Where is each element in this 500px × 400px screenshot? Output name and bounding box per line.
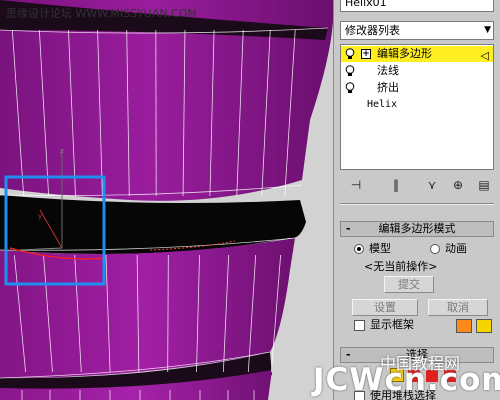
lightbulb-icon[interactable] bbox=[345, 48, 355, 60]
remove-modifier-icon[interactable]: ⊕ bbox=[450, 176, 466, 194]
modifier-list-label: 修改器列表 bbox=[345, 24, 400, 37]
stack-item-normal[interactable]: 法线 bbox=[341, 63, 493, 79]
pin-stack-icon[interactable]: ⊣ bbox=[348, 176, 364, 194]
rollout-title: 编辑多边形模式 bbox=[378, 222, 456, 235]
mesh-render: z y bbox=[0, 0, 333, 400]
cancel-button[interactable]: 取消 bbox=[428, 299, 488, 316]
axis-label-z: z bbox=[60, 147, 64, 155]
watermark-top-left: 思缘设计论坛 WWW.MISSYUAN.COM bbox=[6, 7, 197, 20]
modifier-stack[interactable]: + 编辑多边形 ◁ 法线 挤出 Helix bbox=[340, 44, 494, 170]
rollout-edit-poly-mode[interactable]: - 编辑多边形模式 bbox=[340, 221, 494, 237]
stack-item-edit-poly[interactable]: + 编辑多边形 ◁ bbox=[341, 46, 493, 62]
stack-item-extrude[interactable]: 挤出 bbox=[341, 80, 493, 96]
cage-color-swatch-2[interactable] bbox=[476, 319, 492, 333]
axis-label-y: y bbox=[38, 212, 42, 220]
lightbulb-icon[interactable] bbox=[345, 65, 355, 77]
configure-sets-icon[interactable]: ▤ bbox=[476, 176, 492, 194]
radio-model-label: 模型 bbox=[369, 242, 391, 255]
show-cage-checkbox[interactable] bbox=[354, 320, 365, 331]
lightbulb-icon[interactable] bbox=[345, 82, 355, 94]
make-unique-icon[interactable]: ⋎ bbox=[424, 176, 440, 194]
stack-item-helix[interactable]: Helix bbox=[341, 97, 493, 113]
modifier-list-dropdown[interactable]: 修改器列表 ▼ bbox=[340, 21, 494, 40]
current-operation-label: <无当前操作> bbox=[364, 260, 438, 273]
settings-button[interactable]: 设置 bbox=[352, 299, 418, 316]
app-root: z y 思缘设计论坛 WWW.MISSYUAN.COM Helix01 修改器列… bbox=[0, 0, 500, 400]
divider bbox=[340, 203, 494, 205]
radio-model[interactable] bbox=[354, 244, 364, 254]
pin-arrow-icon: ◁ bbox=[480, 49, 489, 62]
object-name-field[interactable]: Helix01 bbox=[340, 0, 494, 12]
commit-button[interactable]: 提交 bbox=[384, 276, 434, 293]
radio-animate-label: 动画 bbox=[445, 242, 467, 255]
stack-item-label: 编辑多边形 bbox=[377, 47, 432, 60]
command-panel: Helix01 修改器列表 ▼ + 编辑多边形 ◁ 法线 挤出 Helix ⊣ … bbox=[333, 0, 500, 400]
chevron-down-icon: ▼ bbox=[484, 25, 491, 35]
stack-toolbar: ⊣ ‖ ⋎ ⊕ ▤ bbox=[340, 176, 494, 196]
perspective-viewport[interactable]: z y 思缘设计论坛 WWW.MISSYUAN.COM bbox=[0, 0, 333, 400]
cage-color-swatch-1[interactable] bbox=[456, 319, 472, 333]
stack-item-label: Helix bbox=[367, 99, 398, 110]
expand-icon[interactable]: + bbox=[361, 49, 371, 59]
stack-item-label: 挤出 bbox=[377, 81, 399, 94]
radio-animate[interactable] bbox=[430, 244, 440, 254]
watermark-jcwcn: JCWcn.com bbox=[313, 362, 500, 398]
show-cage-label: 显示框架 bbox=[370, 318, 414, 331]
stack-item-label: 法线 bbox=[377, 64, 399, 77]
show-end-result-icon[interactable]: ‖ bbox=[388, 176, 404, 194]
